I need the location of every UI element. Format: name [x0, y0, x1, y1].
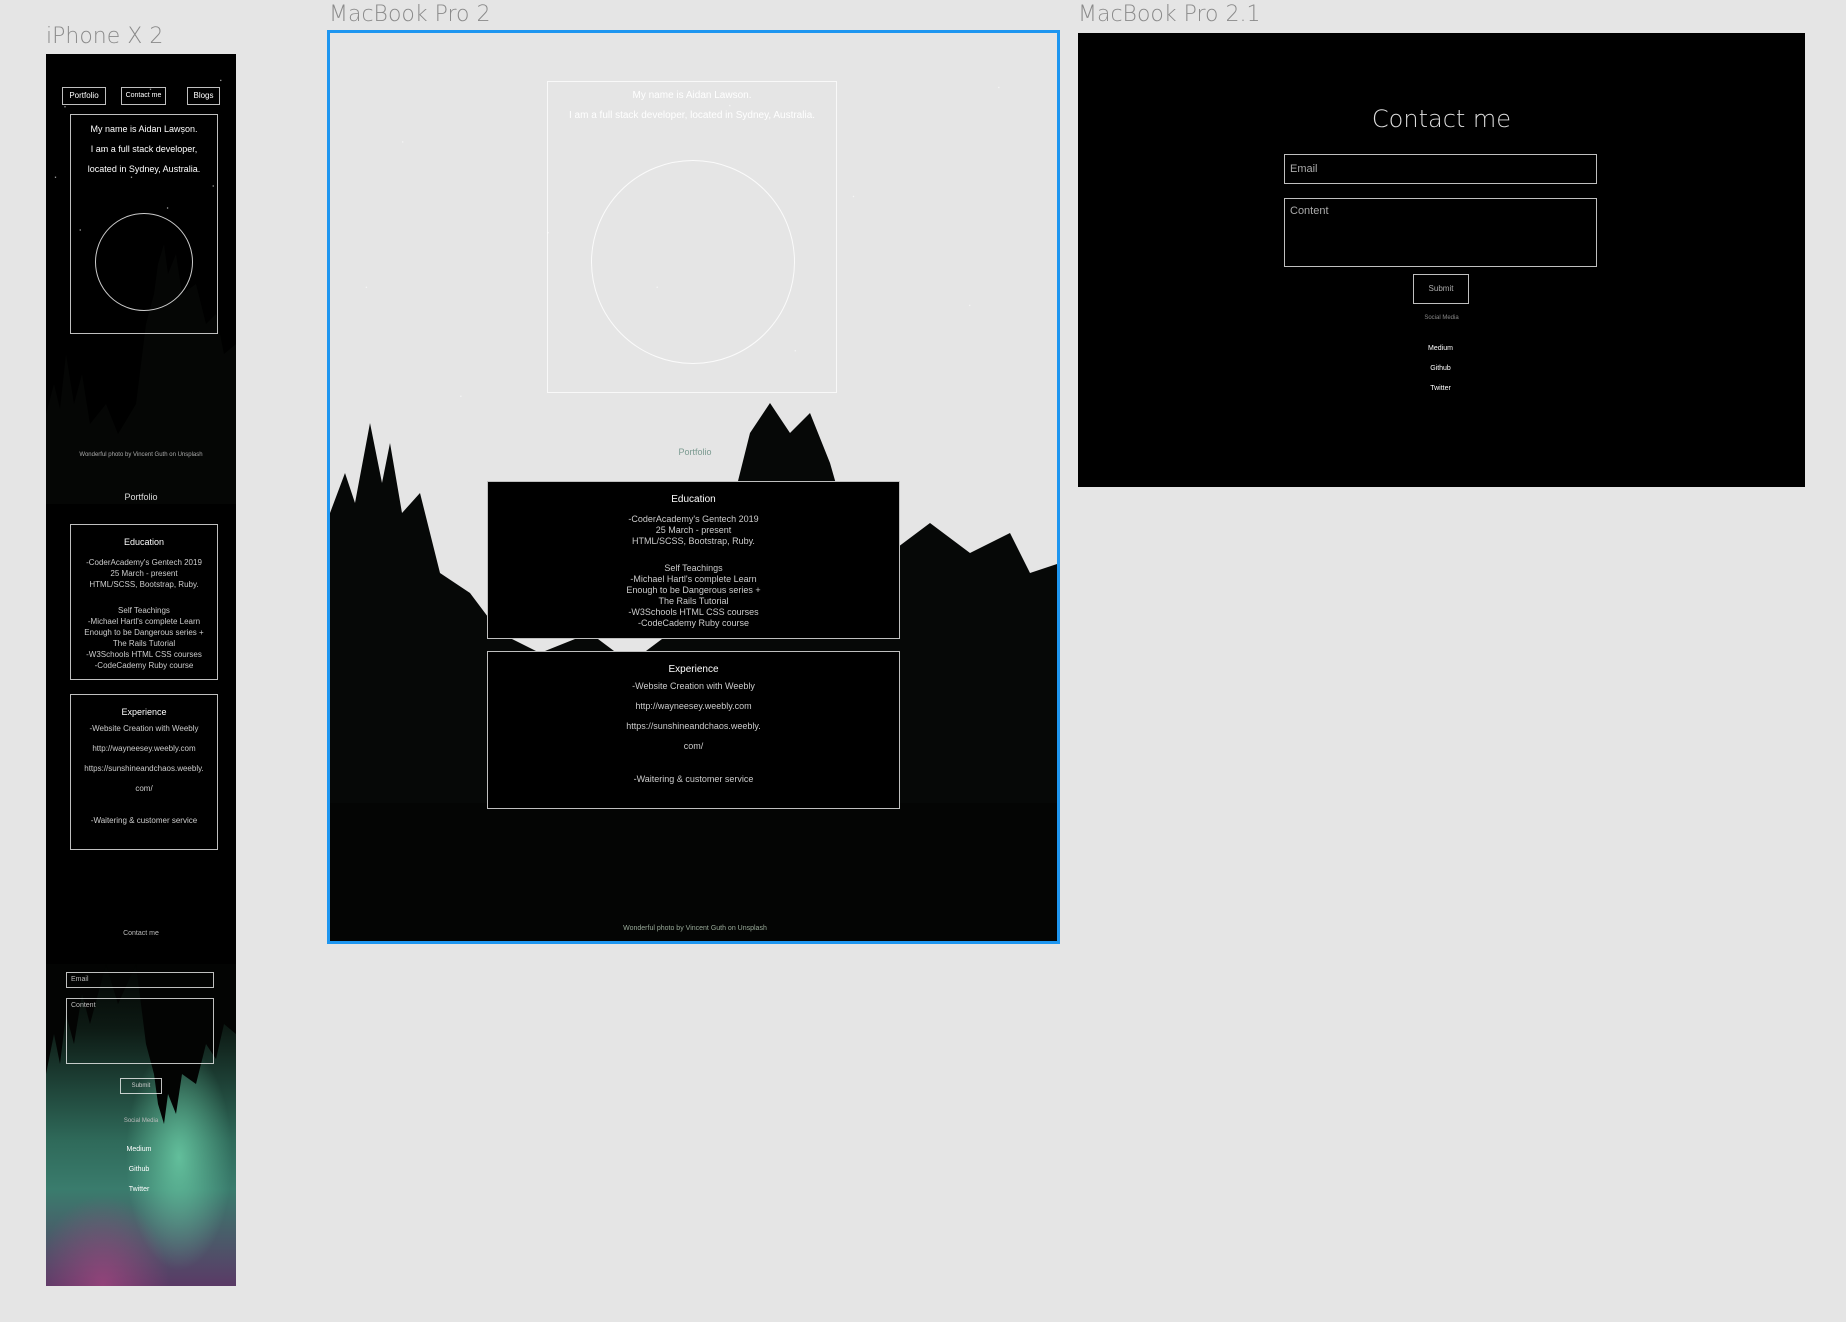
experience-line[interactable]: http://wayneesey.weebly.com [488, 696, 899, 716]
education-line: -W3Schools HTML CSS courses [628, 607, 759, 617]
intro-card: My name is Aidan Lawson. I am a full sta… [70, 114, 218, 334]
education-line: The Rails Tutorial [112, 639, 176, 648]
contact-title: Contact me [1371, 105, 1512, 133]
social-twitter-link[interactable]: Twitter [46, 1186, 232, 1193]
social-twitter-link[interactable]: Twitter [1078, 385, 1803, 392]
contact-heading: Contact me [123, 930, 159, 937]
social-medium-link[interactable]: Medium [46, 1146, 232, 1153]
education-line: Self Teachings [664, 563, 723, 573]
nav-blogs[interactable]: Blogs [187, 87, 220, 105]
nav-portfolio[interactable]: Portfolio [62, 87, 106, 105]
content-textarea[interactable]: Content [66, 998, 214, 1064]
education-line: HTML/SCSS, Bootstrap, Ruby. [89, 580, 199, 589]
avatar-circle [591, 160, 795, 364]
experience-line[interactable]: https://sunshineandchaos.weebly. [71, 759, 217, 779]
email-input[interactable]: Email [1284, 154, 1597, 184]
education-line: 25 March - present [655, 525, 732, 535]
portfolio-heading: Portfolio [124, 492, 158, 502]
intro-line: I am a full stack developer, [90, 144, 198, 154]
experience-title: Experience [668, 664, 719, 675]
experience-line[interactable]: http://wayneesey.weebly.com [71, 739, 217, 759]
education-line: -CoderAcademy's Gentech 2019 [628, 514, 759, 524]
experience-line[interactable]: com/ [488, 736, 899, 756]
submit-button[interactable]: Submit [1413, 274, 1469, 304]
intro-line: My name is Aidan Lawson. [632, 90, 752, 101]
portfolio-heading: Portfolio [678, 447, 712, 457]
education-line: -CodeCademy Ruby course [637, 618, 750, 628]
education-title: Education [671, 494, 716, 505]
experience-line[interactable]: https://sunshineandchaos.weebly. [488, 716, 899, 736]
photo-credit: Wonderful photo by Vincent Guth on Unspl… [623, 925, 767, 932]
education-line: 25 March - present [110, 569, 178, 578]
experience-card: Experience -Website Creation with Weebly… [487, 651, 900, 809]
content-textarea[interactable]: Content [1284, 198, 1597, 267]
education-title: Education [123, 537, 165, 547]
education-card: Education -CoderAcademy's Gentech 2019 2… [487, 481, 900, 639]
forest-floor [330, 803, 1057, 941]
social-github-link[interactable]: Github [1078, 365, 1803, 372]
education-line: -W3Schools HTML CSS courses [86, 650, 202, 659]
nav-contact[interactable]: Contact me [121, 87, 166, 105]
social-medium-link[interactable]: Medium [1078, 345, 1803, 352]
experience-line: -Waitering & customer service [633, 774, 754, 784]
experience-card: Experience -Website Creation with Weebly… [70, 694, 218, 850]
experience-title: Experience [121, 707, 167, 717]
intro-line: My name is Aidan Lawson. [90, 124, 198, 134]
email-input[interactable]: Email [66, 972, 214, 988]
education-line: -Michael Hartl's complete Learn [87, 617, 201, 626]
experience-line: -Website Creation with Weebly [89, 724, 199, 733]
experience-line: -Website Creation with Weebly [632, 681, 755, 691]
education-line: -CoderAcademy's Gentech 2019 [86, 558, 202, 567]
macbook-frame[interactable]: My name is Aidan Lawson. I am a full sta… [327, 30, 1060, 944]
experience-line[interactable]: com/ [71, 779, 217, 799]
intro-line: I am a full stack developer, located in … [568, 110, 816, 121]
education-line: Self Teachings [118, 606, 170, 615]
frame-title-macbook-2-1[interactable]: MacBook Pro 2.1 [1078, 2, 1261, 27]
submit-button[interactable]: Submit [120, 1078, 162, 1094]
frame-title-iphone[interactable]: iPhone X 2 [46, 24, 163, 49]
education-card: Education -CoderAcademy's Gentech 2019 2… [70, 524, 218, 680]
social-github-link[interactable]: Github [46, 1166, 232, 1173]
education-line: Enough to be Dangerous series + [84, 628, 204, 637]
education-line: -CodeCademy Ruby course [94, 661, 194, 670]
contact-frame[interactable]: Contact me Email Content Submit Social M… [1078, 33, 1805, 487]
social-heading: Social Media [1424, 315, 1459, 321]
avatar-circle [95, 213, 193, 311]
intro-card: My name is Aidan Lawson. I am a full sta… [547, 81, 837, 393]
education-line: The Rails Tutorial [658, 596, 729, 606]
education-line: -Michael Hartl's complete Learn [630, 574, 757, 584]
iphone-frame[interactable]: Portfolio Contact me Blogs My name is Ai… [46, 54, 236, 1286]
education-line: HTML/SCSS, Bootstrap, Ruby. [632, 536, 755, 546]
photo-credit: Wonderful photo by Vincent Guth on Unspl… [79, 452, 203, 458]
social-heading: Social Media [123, 1118, 159, 1124]
experience-line: -Waitering & customer service [90, 816, 198, 825]
frame-title-macbook[interactable]: MacBook Pro 2 [329, 2, 491, 27]
intro-line: located in Sydney, Australia. [87, 164, 201, 174]
education-line: Enough to be Dangerous series + [626, 585, 761, 595]
